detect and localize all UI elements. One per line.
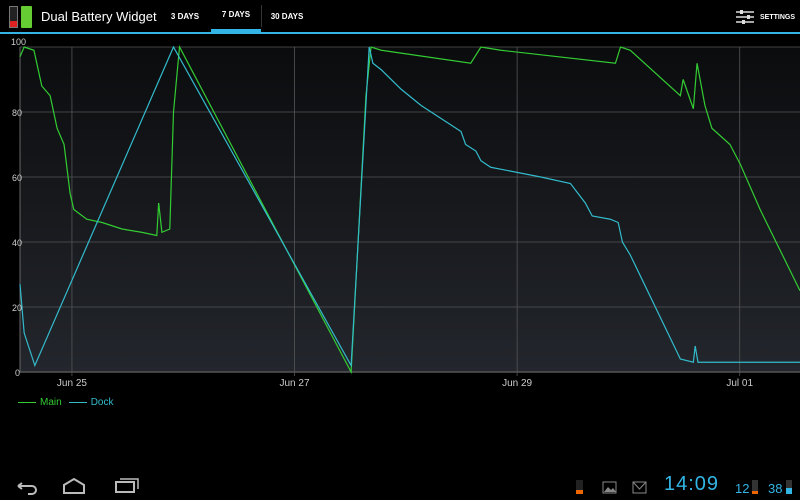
y-tick-label: 0 xyxy=(15,368,20,378)
gmail-notification-icon xyxy=(632,481,647,494)
back-button[interactable] xyxy=(17,482,37,495)
y-tick-label: 20 xyxy=(12,303,22,313)
y-tick-label: 80 xyxy=(12,108,22,118)
dock-battery-icon xyxy=(752,480,758,494)
x-tick-label: Jul 01 xyxy=(726,378,753,389)
legend-swatch-main xyxy=(18,402,36,403)
app-title: Dual Battery Widget xyxy=(41,8,157,24)
legend-label-main: Main xyxy=(40,397,62,408)
battery2-level: 38 xyxy=(768,481,782,496)
tab-3-days[interactable]: 3 DAYS xyxy=(159,0,211,33)
main-battery-icon xyxy=(786,480,792,494)
app-battery-icon xyxy=(9,3,37,29)
y-tick-label: 60 xyxy=(12,173,22,183)
battery-notification-icon xyxy=(576,480,583,494)
tab-7-days[interactable]: 7 DAYS xyxy=(211,0,261,33)
settings-label: SETTINGS xyxy=(759,13,795,21)
settings-button[interactable]: SETTINGS xyxy=(735,0,795,34)
y-tick-label: 40 xyxy=(12,238,22,248)
legend-swatch-dock xyxy=(68,402,87,403)
action-bar: Dual Battery Widget 3 DAYS 7 DAYS 30 DAY… xyxy=(0,0,800,34)
x-tick-label: Jun 25 xyxy=(57,378,87,389)
x-tick-label: Jun 27 xyxy=(280,378,310,389)
battery1-level: 12 xyxy=(735,481,749,496)
tab-30-days[interactable]: 30 DAYS xyxy=(262,0,312,33)
chart-legend: Main Dock xyxy=(18,397,113,408)
home-button[interactable] xyxy=(63,477,85,494)
status-clock: 14:09 xyxy=(664,473,720,495)
battery-chart: 0 20 40 60 80 100 Jun 25 Jun 27 Jun 29 Jul 01 xyxy=(11,37,800,389)
sliders-icon xyxy=(735,10,754,24)
y-tick-label: 100 xyxy=(11,37,26,47)
recent-apps-button[interactable] xyxy=(115,478,139,493)
x-tick-label: Jun 29 xyxy=(502,378,532,389)
gallery-notification-icon xyxy=(602,481,617,494)
legend-label-dock: Dock xyxy=(90,397,114,408)
